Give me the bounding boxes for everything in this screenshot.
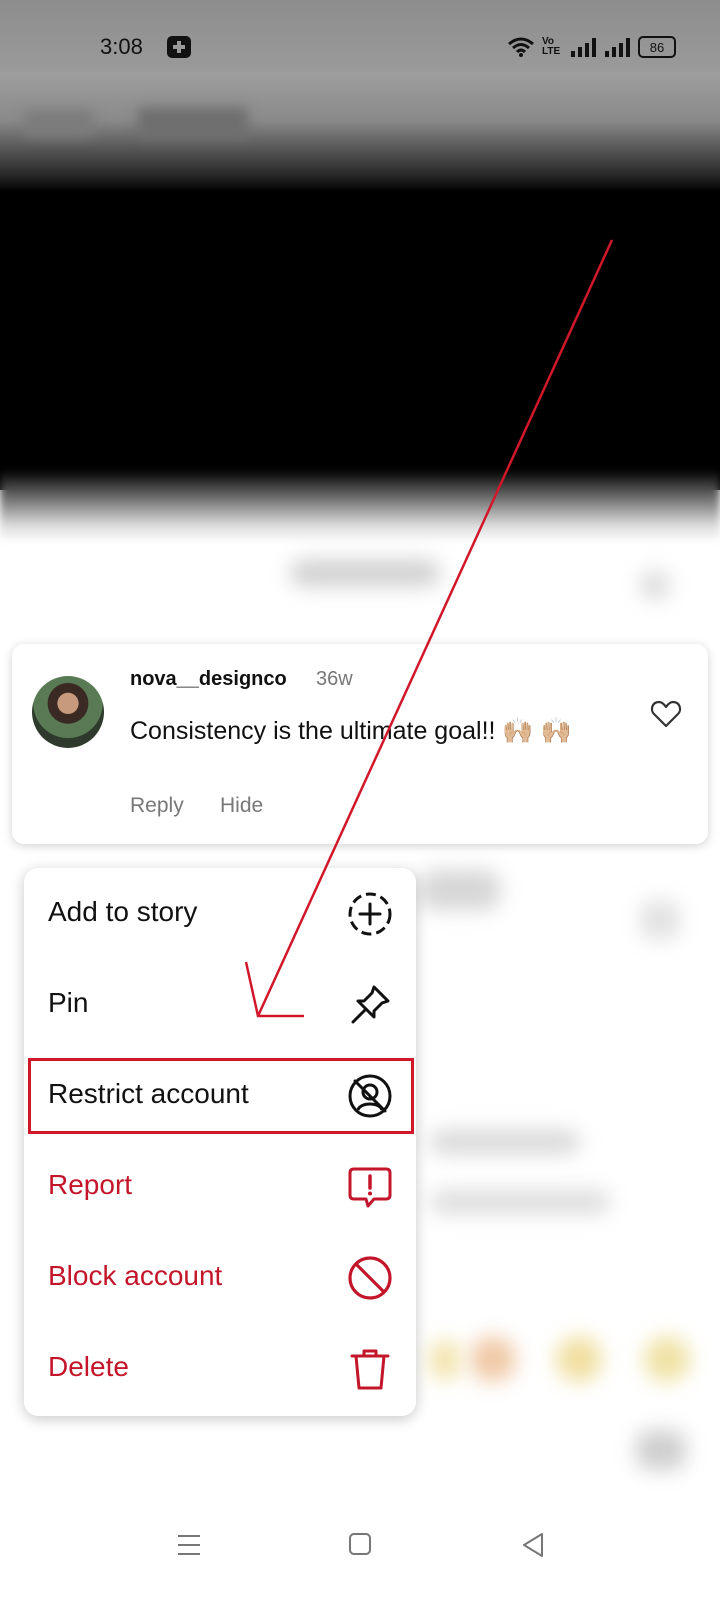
menu-item-report[interactable]: Report bbox=[24, 1141, 416, 1232]
recent-apps-icon[interactable] bbox=[176, 1532, 202, 1558]
heart-icon[interactable] bbox=[650, 698, 682, 730]
reply-button[interactable]: Reply bbox=[130, 794, 184, 818]
status-time: 3:08 bbox=[100, 34, 143, 59]
signal-icon-2 bbox=[605, 38, 630, 57]
home-icon[interactable] bbox=[348, 1532, 372, 1556]
blurred-content bbox=[556, 1336, 602, 1382]
add-story-icon bbox=[348, 892, 392, 936]
blurred-content bbox=[430, 1190, 610, 1214]
battery-indicator: 86 bbox=[638, 36, 676, 58]
blurred-content bbox=[636, 1430, 686, 1470]
pin-icon bbox=[351, 985, 390, 1024]
report-icon bbox=[348, 1167, 392, 1208]
blurred-header bbox=[0, 72, 720, 192]
blurred-content bbox=[430, 1130, 580, 1154]
signal-icon bbox=[571, 38, 596, 57]
blurred-content bbox=[640, 570, 670, 600]
trash-icon bbox=[350, 1349, 390, 1390]
block-icon bbox=[348, 1256, 392, 1300]
menu-item-label: Add to story bbox=[48, 896, 198, 927]
avatar[interactable] bbox=[32, 676, 104, 748]
menu-item-delete[interactable]: Delete bbox=[24, 1323, 416, 1414]
blurred-content bbox=[640, 900, 680, 940]
wifi-icon bbox=[508, 37, 534, 57]
hide-button[interactable]: Hide bbox=[220, 794, 263, 818]
comment-time: 36w bbox=[316, 668, 353, 690]
back-icon[interactable] bbox=[520, 1532, 546, 1558]
comment-text: Consistency is the ultimate goal!! 🙌🏼 🙌🏼 bbox=[130, 717, 572, 745]
navigation-bar bbox=[0, 1510, 720, 1600]
blurred-header-element bbox=[24, 110, 94, 136]
menu-item-label: Pin bbox=[48, 987, 89, 1018]
blurred-content bbox=[644, 1336, 690, 1382]
comment-username[interactable]: nova__designco bbox=[130, 668, 287, 691]
blurred-content bbox=[470, 1336, 516, 1382]
blurred-content bbox=[290, 560, 440, 586]
blurred-fade bbox=[0, 470, 720, 540]
menu-item-label: Block account bbox=[48, 1260, 223, 1291]
menu-item-label: Report bbox=[48, 1169, 133, 1200]
menu-item-add-to-story[interactable]: Add to story bbox=[24, 868, 416, 959]
menu-item-block-account[interactable]: Block account bbox=[24, 1232, 416, 1323]
comment-card: nova__designco 36w Consistency is the ul… bbox=[12, 644, 708, 844]
volte-indicator: Vo LTE bbox=[542, 36, 561, 57]
annotation-highlight-box bbox=[28, 1058, 414, 1134]
blurred-header-element bbox=[138, 108, 248, 138]
menu-item-pin[interactable]: Pin bbox=[24, 959, 416, 1050]
notification-icon bbox=[167, 36, 191, 58]
status-bar: 3:08 Vo LTE 86 bbox=[0, 0, 720, 72]
blurred-post-media bbox=[0, 190, 720, 490]
blurred-content bbox=[420, 870, 500, 910]
comment-options-menu: Add to story Pin Restrict account Report… bbox=[24, 868, 416, 1416]
blurred-content bbox=[430, 1340, 460, 1380]
menu-item-label: Delete bbox=[48, 1351, 129, 1382]
status-icons: Vo LTE 86 bbox=[508, 36, 676, 58]
